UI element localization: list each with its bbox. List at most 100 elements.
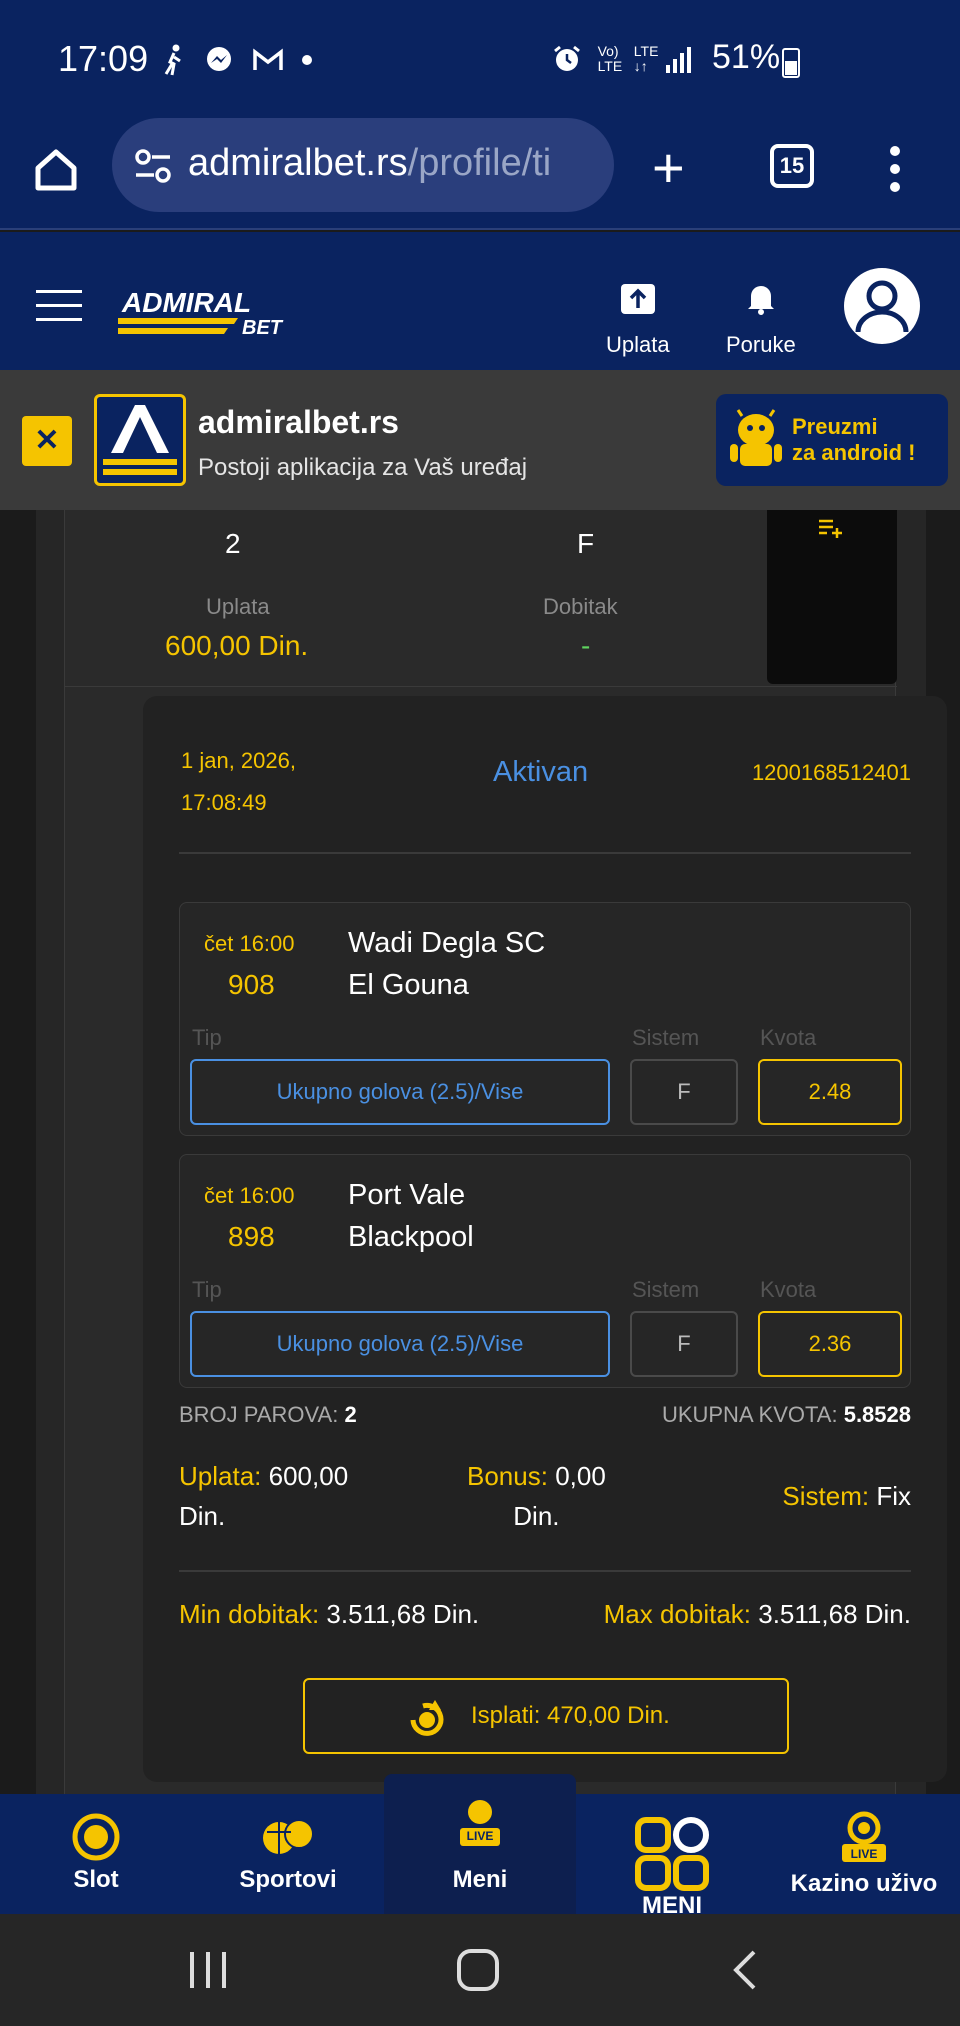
add-to-list-icon[interactable] (817, 518, 843, 538)
home-icon[interactable] (32, 146, 80, 194)
back-icon[interactable] (730, 1948, 760, 1992)
url-domain: admiralbet.rs (188, 142, 408, 184)
nav-sports-label: Sportovi (239, 1866, 337, 1893)
messages-label: Poruke (726, 332, 796, 357)
previous-ticket-summary[interactable]: 2 F Uplata Dobitak 600,00 Din. - (65, 510, 897, 687)
cashout-icon (410, 1700, 444, 1736)
android-robot-icon (730, 409, 782, 466)
new-tab-icon[interactable]: + (652, 140, 685, 196)
odds-header: Kvota (760, 1025, 817, 1050)
pairs-count: BROJ PAROVA: 2 (179, 1402, 357, 1427)
site-settings-icon[interactable] (134, 148, 172, 184)
stake-value-line2: Din. (179, 1501, 226, 1531)
address-bar[interactable]: admiralbet.rs/profile/ti (112, 118, 614, 212)
prev-ticket-action-column[interactable] (767, 510, 897, 684)
min-win-value: 3.511,68 Din. (326, 1599, 480, 1629)
prev-col2-value: F (577, 528, 595, 559)
match-time: čet 16:00 (204, 931, 295, 956)
svg-text:BET: BET (242, 317, 284, 338)
min-win: Min dobitak: 3.511,68 Din. (179, 1594, 479, 1634)
messages-button[interactable]: Poruke (726, 280, 796, 358)
gmail-icon (252, 48, 283, 70)
cashout-button[interactable]: Isplati: 470,00 Din. (303, 1678, 789, 1754)
bottom-navigation: Slot Sportovi LIVE Meni MENI LIVE Kazino… (0, 1774, 960, 1919)
tip-value: Ukupno golova (2.5)/Vise (190, 1311, 610, 1377)
nav-live-casino[interactable]: LIVE Kazino uživo (768, 1794, 960, 1914)
prev-win-value: - (581, 630, 591, 661)
system-type-value: Fix (876, 1481, 911, 1511)
prev-deposit-label: Uplata (206, 594, 270, 619)
tab-switcher-button[interactable]: 15 (770, 144, 814, 188)
app-logo-icon (103, 405, 177, 475)
sports-icon (263, 1819, 314, 1854)
away-team: Blackpool (348, 1221, 474, 1253)
nav-slot[interactable]: Slot (0, 1794, 192, 1914)
download-android-button[interactable]: Preuzmi za android ! (716, 394, 948, 486)
messenger-icon (206, 46, 231, 71)
battery-icon (782, 48, 800, 78)
divider (179, 1570, 911, 1572)
url-path: /profile/ti (407, 142, 552, 184)
notification-icons (162, 42, 313, 76)
site-header: ADMIRAL BET Uplata Poruke (0, 232, 960, 370)
stake-label: Uplata: (179, 1461, 262, 1491)
admiralbet-logo[interactable]: ADMIRAL BET (118, 284, 298, 338)
volte-icon: Vo) LTE (597, 43, 623, 74)
app-logo (94, 394, 186, 486)
ticket-date-line2: 17:08:49 (181, 790, 267, 815)
recent-apps-icon[interactable] (188, 1950, 228, 1990)
tip-header: Tip (192, 1277, 222, 1302)
lte-icon: LTE ↓↑ (633, 43, 659, 74)
nav-slot-label: Slot (73, 1866, 119, 1893)
pairs-label: BROJ PAROVA: (179, 1402, 339, 1427)
system-icons: Vo) LTE LTE ↓↑ (552, 44, 694, 74)
odds-value: 2.48 (758, 1059, 902, 1125)
user-icon (855, 280, 909, 333)
close-banner-button[interactable]: ✕ (22, 416, 72, 466)
match-code: 898 (228, 1221, 275, 1252)
deposit-label: Uplata (606, 332, 670, 357)
avatar[interactable] (844, 268, 920, 344)
status-time: 17:09 (58, 38, 149, 79)
cashout-label: Isplati: 470,00 Din. (471, 1702, 670, 1729)
nav-sports[interactable]: Sportovi (192, 1794, 384, 1914)
match-row: čet 16:00 898 Port Vale Blackpool Tip Si… (179, 1154, 911, 1388)
slot-icon (72, 1813, 120, 1861)
stake-amount: Uplata: 600,00 Din. (179, 1456, 348, 1536)
tip-value: Ukupno golova (2.5)/Vise (190, 1059, 610, 1125)
home-team: Wadi Degla SC (348, 927, 546, 959)
prev-win-label: Dobitak (543, 594, 618, 619)
odds-value: 2.36 (758, 1311, 902, 1377)
bonus-label: Bonus: (467, 1461, 548, 1491)
nav-menu[interactable]: MENI (576, 1794, 768, 1919)
dot-icon (302, 54, 313, 65)
bonus-amount: Bonus: 0,00 Din. (467, 1456, 606, 1536)
max-win: Max dobitak: 3.511,68 Din. (604, 1594, 911, 1634)
total-odds-value: 5.8528 (843, 1402, 911, 1427)
bonus-value-line2: Din. (513, 1501, 560, 1531)
deposit-button[interactable]: Uplata (606, 280, 670, 358)
banner-title: admiralbet.rs (198, 404, 399, 440)
bell-icon (747, 286, 774, 315)
match-row: čet 16:00 908 Wadi Degla SC El Gouna Tip… (179, 902, 911, 1136)
tip-header: Tip (192, 1025, 222, 1050)
prev-deposit-value: 600,00 Din. (165, 630, 309, 661)
system-value: F (630, 1059, 738, 1125)
min-win-label: Min dobitak: (179, 1599, 320, 1629)
nav-live-casino-label: Kazino uživo (790, 1870, 938, 1897)
match-code: 908 (228, 969, 275, 1000)
home-nav-icon[interactable] (456, 1948, 500, 1992)
banner-subtitle: Postoji aplikacija za Vaš uređaj (198, 454, 528, 481)
nav-live-menu[interactable]: LIVE Meni (384, 1774, 576, 1914)
tickets-content: 2 F Uplata Dobitak 600,00 Din. - 1 jan, … (0, 510, 960, 1794)
svg-text:ADMIRAL: ADMIRAL (121, 287, 251, 318)
ticket-date: 1 jan, 2026, 17:08:49 (181, 740, 321, 824)
more-menu-icon[interactable] (890, 146, 902, 194)
status-bar: 17:09 Vo) LTE LTE ↓↑ 51% (0, 0, 960, 118)
bonus-value-line1: 0,00 (555, 1461, 606, 1491)
app-install-banner: ✕ admiralbet.rs Postoji aplikacija za Va… (0, 370, 960, 510)
url-text: admiralbet.rs/profile/ti (188, 142, 608, 185)
hamburger-menu-icon[interactable] (36, 290, 82, 321)
alarm-icon (554, 45, 580, 71)
total-odds-label: UKUPNA KVOTA: (661, 1402, 838, 1427)
